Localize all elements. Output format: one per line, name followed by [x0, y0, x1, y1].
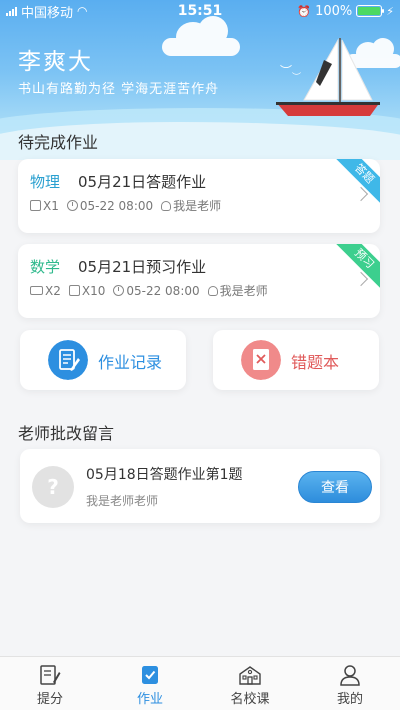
deadline: 05-22 08:00	[126, 283, 200, 298]
teacher-name: 我是老师	[219, 284, 268, 298]
tab-label: 作业	[136, 692, 163, 707]
homework-record-button[interactable]: 作业记录	[20, 330, 186, 390]
homework-record-icon	[48, 340, 88, 380]
section-title-teacher: 老师批改留言	[18, 424, 115, 443]
notebook-pen-icon	[40, 665, 61, 685]
clock-icon	[113, 285, 125, 296]
bottom-tab-bar: 提分 作业 名校课 我的	[0, 656, 400, 710]
homework-type-badge: 答题	[330, 159, 380, 208]
message-sender: 我是老师老师	[86, 494, 159, 508]
clock-time: 15:51	[177, 3, 223, 19]
person-icon	[340, 665, 360, 686]
clock-icon	[66, 200, 78, 211]
subject-label: 物理	[30, 173, 61, 191]
school-building-icon	[239, 666, 261, 685]
homework-check-icon	[142, 666, 158, 684]
teacher-message-card[interactable]: ? 05月18日答题作业第1题 我是老师老师 查看	[20, 449, 380, 523]
homework-type-badge: 预习	[330, 244, 380, 293]
motto-text: 书山有路勤为径 学海无涯苦作舟	[18, 82, 220, 97]
tab-me[interactable]: 我的	[300, 657, 400, 710]
person-icon	[161, 200, 172, 211]
signal-icon	[6, 6, 17, 16]
video-count: X2	[45, 283, 61, 298]
homework-meta: X1 05-22 08:00 我是老师	[30, 197, 221, 214]
message-title: 05月18日答题作业第1题	[86, 467, 243, 483]
alarm-icon: ⏰	[297, 4, 312, 18]
cloud-icon	[162, 16, 240, 56]
person-icon	[207, 285, 218, 296]
charging-icon: ⚡	[386, 4, 394, 18]
homework-title: 05月21日答题作业	[78, 173, 207, 191]
user-name: 李爽大	[18, 49, 93, 75]
view-button[interactable]: 查看	[298, 471, 372, 503]
tab-label: 提分	[36, 692, 63, 707]
wrong-book-button[interactable]: 错题本	[213, 330, 379, 390]
sailboat-icon	[276, 38, 380, 116]
doc-count: X10	[81, 283, 106, 298]
subject-label: 数学	[30, 258, 61, 276]
doc-count: X1	[43, 198, 59, 213]
battery-icon	[356, 5, 385, 17]
avatar: ?	[32, 466, 74, 508]
wifi-icon: ◠	[77, 4, 88, 18]
homework-card[interactable]: 物理 05月21日答题作业 X1 05-22 08:00 我是老师 答题	[18, 159, 380, 233]
tab-label: 我的	[336, 692, 363, 707]
teacher-name: 我是老师	[173, 199, 222, 213]
deadline: 05-22 08:00	[79, 198, 154, 213]
homework-card[interactable]: 数学 05月21日预习作业 X2 X10 05-22 08:00 我是老师 预习	[18, 244, 380, 318]
status-bar: 中国移动 ◠ 15:51 ⏰ 100% ⚡	[0, 0, 400, 22]
section-title-pending: 待完成作业	[18, 133, 99, 152]
document-icon	[68, 285, 80, 296]
tab-famous-school[interactable]: 名校课	[200, 657, 300, 710]
tab-score[interactable]: 提分	[0, 657, 100, 710]
homework-meta: X2 X10 05-22 08:00 我是老师	[30, 282, 268, 299]
document-icon	[30, 200, 41, 211]
homework-record-label: 作业记录	[98, 353, 163, 372]
homework-title: 05月21日预习作业	[78, 258, 207, 276]
carrier-label: 中国移动	[21, 5, 74, 21]
wrong-book-icon	[241, 340, 281, 380]
video-icon	[30, 286, 43, 295]
battery-percent: 100%	[315, 3, 353, 19]
wrong-book-label: 错题本	[291, 353, 340, 372]
tab-homework[interactable]: 作业	[100, 657, 200, 710]
tab-label: 名校课	[230, 692, 270, 707]
